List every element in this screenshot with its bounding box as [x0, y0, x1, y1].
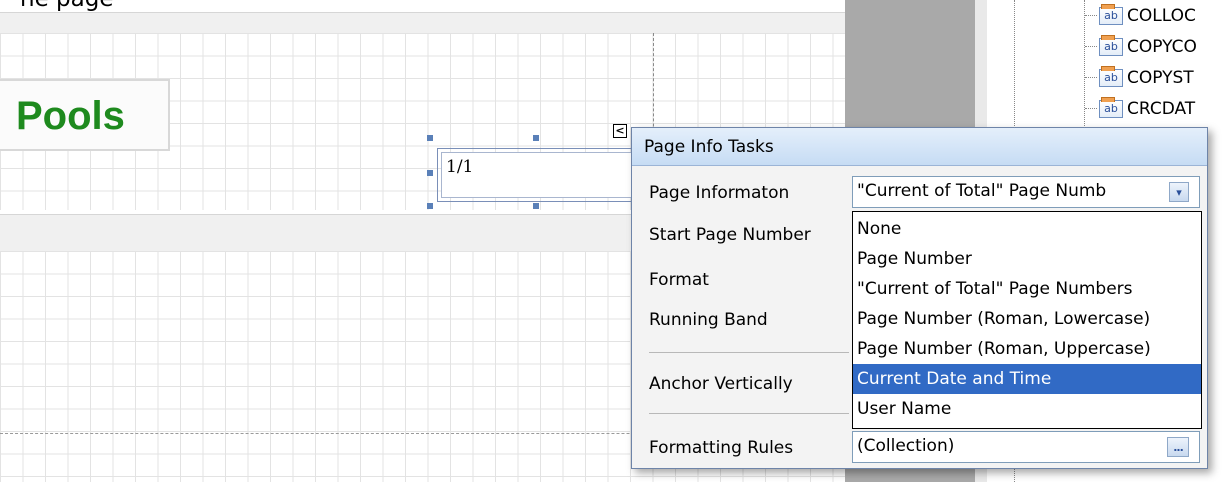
- page-info-tasks-panel: Page Info Tasks Page Informaton "Current…: [631, 127, 1208, 469]
- anchor-vertically-label: Anchor Vertically: [649, 374, 793, 394]
- formatting-rules-value: (Collection): [857, 436, 955, 456]
- page-info-control[interactable]: 1/1: [437, 148, 639, 202]
- tree-item-label: COPYCO: [1127, 36, 1197, 57]
- format-label: Format: [649, 270, 709, 290]
- resize-handle[interactable]: [427, 135, 433, 141]
- start-page-number-label: Start Page Number: [649, 225, 811, 245]
- tree-items: ab COLLOC ab COPYCO ab COPYST ab CRCDAT: [1085, 0, 1197, 124]
- dropdown-option[interactable]: None: [853, 214, 1201, 244]
- panel-header: Page Info Tasks: [632, 128, 1207, 166]
- page-information-label: Page Informaton: [649, 183, 790, 203]
- formatting-rules-field[interactable]: (Collection) ...: [852, 431, 1200, 463]
- tree-item-label: COLLOC: [1127, 5, 1196, 26]
- dropdown-option[interactable]: Page Number: [853, 244, 1201, 274]
- tree-branch: [1085, 15, 1097, 16]
- running-band-label: Running Band: [649, 310, 768, 330]
- text-field-icon: ab: [1099, 65, 1123, 87]
- title-text: Pools: [16, 94, 125, 138]
- dropdown-option[interactable]: User Name: [853, 394, 1201, 424]
- title-label[interactable]: Pools: [0, 79, 170, 151]
- tree-item-label: CRCDAT: [1127, 98, 1196, 119]
- tree-item[interactable]: ab CRCDAT: [1085, 93, 1197, 124]
- text-field-icon: ab: [1099, 96, 1123, 118]
- resize-handle[interactable]: [533, 135, 539, 141]
- text-field-icon: ab: [1099, 34, 1123, 56]
- tree-item-label: COPYST: [1127, 67, 1194, 88]
- band-header-top[interactable]: [0, 12, 845, 34]
- designer-top-text: ne page: [20, 0, 113, 11]
- page-information-value: "Current of Total" Page Numb: [857, 181, 1107, 201]
- page-information-combobox[interactable]: "Current of Total" Page Numb ▾: [852, 176, 1200, 208]
- dropdown-option[interactable]: Page Number (Roman, Uppercase): [853, 334, 1201, 364]
- tree-item[interactable]: ab COLLOC: [1085, 0, 1197, 31]
- tree-branch: [1085, 46, 1097, 47]
- formatting-rules-label: Formatting Rules: [649, 438, 794, 458]
- tree-item[interactable]: ab COPYCO: [1085, 31, 1197, 62]
- resize-handle[interactable]: [427, 203, 433, 209]
- ellipsis-button[interactable]: ...: [1167, 437, 1189, 457]
- panel-separator: [649, 352, 849, 353]
- tree-item[interactable]: ab COPYST: [1085, 62, 1197, 93]
- chevron-down-icon[interactable]: ▾: [1169, 182, 1189, 202]
- page-info-inner: 1/1: [441, 152, 635, 198]
- text-field-icon: ab: [1099, 3, 1123, 25]
- dropdown-option[interactable]: "Current of Total" Page Numbers: [853, 274, 1201, 304]
- tree-branch: [1085, 108, 1097, 109]
- tree-branch: [1085, 77, 1097, 78]
- page-information-dropdown[interactable]: None Page Number "Current of Total" Page…: [852, 211, 1202, 429]
- resize-handle[interactable]: [427, 170, 433, 176]
- dropdown-option[interactable]: Page Number (Roman, Lowercase): [853, 304, 1201, 334]
- panel-separator: [649, 413, 849, 414]
- panel-title: Page Info Tasks: [644, 136, 774, 157]
- resize-handle[interactable]: [533, 203, 539, 209]
- page-info-text: 1/1: [446, 157, 474, 177]
- smart-tag-collapse-icon[interactable]: <: [613, 124, 627, 138]
- dropdown-option-selected[interactable]: Current Date and Time: [853, 364, 1201, 394]
